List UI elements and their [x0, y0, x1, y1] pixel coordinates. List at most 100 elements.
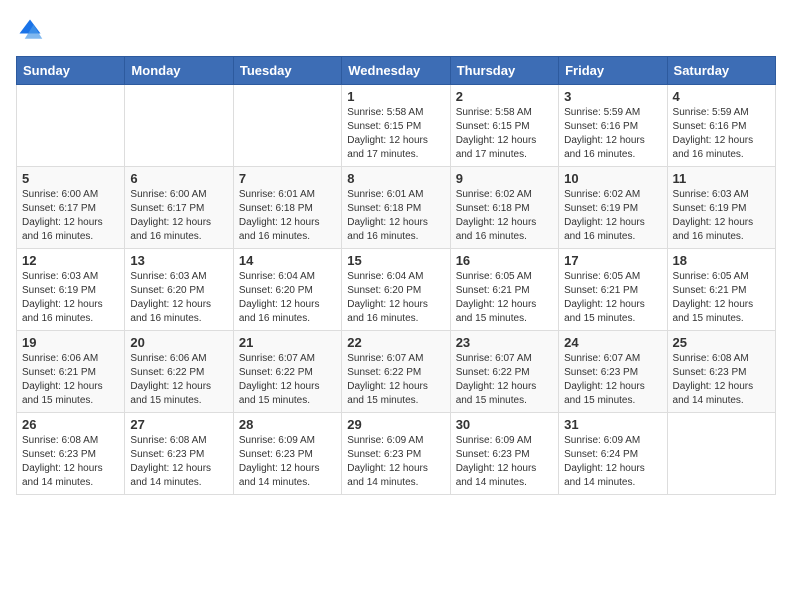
weekday-header: Thursday — [450, 57, 558, 85]
calendar-cell: 30 Sunrise: 6:09 AM Sunset: 6:23 PM Dayli… — [450, 413, 558, 495]
calendar-cell: 3 Sunrise: 5:59 AM Sunset: 6:16 PM Daylig… — [559, 85, 667, 167]
day-number: 18 — [673, 253, 770, 268]
day-info: Sunrise: 6:05 AM Sunset: 6:21 PM Dayligh… — [456, 270, 553, 326]
calendar-cell — [125, 85, 233, 167]
day-info: Sunrise: 6:03 AM Sunset: 6:20 PM Dayligh… — [130, 270, 227, 326]
calendar-cell: 4 Sunrise: 5:59 AM Sunset: 6:16 PM Daylig… — [667, 85, 775, 167]
calendar-cell: 22 Sunrise: 6:07 AM Sunset: 6:22 PM Dayli… — [342, 331, 450, 413]
day-info: Sunrise: 6:07 AM Sunset: 6:23 PM Dayligh… — [564, 352, 661, 408]
day-number: 23 — [456, 335, 553, 350]
calendar-cell: 21 Sunrise: 6:07 AM Sunset: 6:22 PM Dayli… — [233, 331, 341, 413]
logo-icon — [16, 16, 44, 44]
calendar-cell: 8 Sunrise: 6:01 AM Sunset: 6:18 PM Daylig… — [342, 167, 450, 249]
calendar-cell: 15 Sunrise: 6:04 AM Sunset: 6:20 PM Dayli… — [342, 249, 450, 331]
day-info: Sunrise: 6:09 AM Sunset: 6:24 PM Dayligh… — [564, 434, 661, 490]
day-number: 8 — [347, 171, 444, 186]
day-info: Sunrise: 6:01 AM Sunset: 6:18 PM Dayligh… — [239, 188, 336, 244]
day-number: 13 — [130, 253, 227, 268]
calendar-cell: 13 Sunrise: 6:03 AM Sunset: 6:20 PM Dayli… — [125, 249, 233, 331]
calendar-cell: 20 Sunrise: 6:06 AM Sunset: 6:22 PM Dayli… — [125, 331, 233, 413]
page-header — [16, 16, 776, 44]
weekday-header: Monday — [125, 57, 233, 85]
day-info: Sunrise: 6:08 AM Sunset: 6:23 PM Dayligh… — [130, 434, 227, 490]
day-info: Sunrise: 6:04 AM Sunset: 6:20 PM Dayligh… — [239, 270, 336, 326]
day-info: Sunrise: 5:59 AM Sunset: 6:16 PM Dayligh… — [564, 106, 661, 162]
calendar-cell: 5 Sunrise: 6:00 AM Sunset: 6:17 PM Daylig… — [17, 167, 125, 249]
day-number: 11 — [673, 171, 770, 186]
day-number: 21 — [239, 335, 336, 350]
day-info: Sunrise: 6:07 AM Sunset: 6:22 PM Dayligh… — [347, 352, 444, 408]
weekday-header: Wednesday — [342, 57, 450, 85]
day-info: Sunrise: 6:03 AM Sunset: 6:19 PM Dayligh… — [673, 188, 770, 244]
day-number: 28 — [239, 417, 336, 432]
calendar-cell: 25 Sunrise: 6:08 AM Sunset: 6:23 PM Dayli… — [667, 331, 775, 413]
calendar-cell: 9Sunrise: 6:02 AM Sunset: 6:18 PM Daylig… — [450, 167, 558, 249]
day-info: Sunrise: 6:04 AM Sunset: 6:20 PM Dayligh… — [347, 270, 444, 326]
day-number: 31 — [564, 417, 661, 432]
day-number: 20 — [130, 335, 227, 350]
day-info: Sunrise: 6:05 AM Sunset: 6:21 PM Dayligh… — [564, 270, 661, 326]
day-info: Sunrise: 6:09 AM Sunset: 6:23 PM Dayligh… — [347, 434, 444, 490]
calendar-cell: 24 Sunrise: 6:07 AM Sunset: 6:23 PM Dayli… — [559, 331, 667, 413]
day-info: Sunrise: 6:09 AM Sunset: 6:23 PM Dayligh… — [456, 434, 553, 490]
calendar-cell: 11 Sunrise: 6:03 AM Sunset: 6:19 PM Dayli… — [667, 167, 775, 249]
calendar-cell: 17 Sunrise: 6:05 AM Sunset: 6:21 PM Dayli… — [559, 249, 667, 331]
calendar-cell — [667, 413, 775, 495]
calendar-week-row: 1 Sunrise: 5:58 AM Sunset: 6:15 PM Daylig… — [17, 85, 776, 167]
day-number: 17 — [564, 253, 661, 268]
day-info: Sunrise: 6:06 AM Sunset: 6:21 PM Dayligh… — [22, 352, 119, 408]
day-number: 2 — [456, 89, 553, 104]
day-number: 1 — [347, 89, 444, 104]
day-number: 10 — [564, 171, 661, 186]
calendar-cell: 2 Sunrise: 5:58 AM Sunset: 6:15 PM Daylig… — [450, 85, 558, 167]
calendar-cell: 7Sunrise: 6:01 AM Sunset: 6:18 PM Daylig… — [233, 167, 341, 249]
calendar-cell: 28 Sunrise: 6:09 AM Sunset: 6:23 PM Dayli… — [233, 413, 341, 495]
calendar-cell: 18 Sunrise: 6:05 AM Sunset: 6:21 PM Dayli… — [667, 249, 775, 331]
day-info: Sunrise: 6:06 AM Sunset: 6:22 PM Dayligh… — [130, 352, 227, 408]
logo — [16, 16, 48, 44]
day-number: 22 — [347, 335, 444, 350]
day-info: Sunrise: 6:02 AM Sunset: 6:19 PM Dayligh… — [564, 188, 661, 244]
calendar-week-row: 12Sunrise: 6:03 AM Sunset: 6:19 PM Dayli… — [17, 249, 776, 331]
calendar-cell: 29Sunrise: 6:09 AM Sunset: 6:23 PM Dayli… — [342, 413, 450, 495]
day-info: Sunrise: 6:00 AM Sunset: 6:17 PM Dayligh… — [22, 188, 119, 244]
calendar-cell: 31 Sunrise: 6:09 AM Sunset: 6:24 PM Dayli… — [559, 413, 667, 495]
calendar-cell: 10 Sunrise: 6:02 AM Sunset: 6:19 PM Dayli… — [559, 167, 667, 249]
day-info: Sunrise: 6:07 AM Sunset: 6:22 PM Dayligh… — [456, 352, 553, 408]
calendar-cell: 12Sunrise: 6:03 AM Sunset: 6:19 PM Dayli… — [17, 249, 125, 331]
calendar-cell — [17, 85, 125, 167]
day-number: 5 — [22, 171, 119, 186]
day-number: 25 — [673, 335, 770, 350]
day-number: 4 — [673, 89, 770, 104]
day-number: 14 — [239, 253, 336, 268]
day-info: Sunrise: 6:08 AM Sunset: 6:23 PM Dayligh… — [673, 352, 770, 408]
day-number: 12 — [22, 253, 119, 268]
day-info: Sunrise: 6:07 AM Sunset: 6:22 PM Dayligh… — [239, 352, 336, 408]
weekday-header: Saturday — [667, 57, 775, 85]
calendar-cell: 14 Sunrise: 6:04 AM Sunset: 6:20 PM Dayli… — [233, 249, 341, 331]
day-number: 19 — [22, 335, 119, 350]
day-info: Sunrise: 5:58 AM Sunset: 6:15 PM Dayligh… — [456, 106, 553, 162]
day-info: Sunrise: 6:09 AM Sunset: 6:23 PM Dayligh… — [239, 434, 336, 490]
day-number: 30 — [456, 417, 553, 432]
weekday-header: Tuesday — [233, 57, 341, 85]
calendar-week-row: 19 Sunrise: 6:06 AM Sunset: 6:21 PM Dayli… — [17, 331, 776, 413]
calendar-week-row: 5 Sunrise: 6:00 AM Sunset: 6:17 PM Daylig… — [17, 167, 776, 249]
day-info: Sunrise: 6:05 AM Sunset: 6:21 PM Dayligh… — [673, 270, 770, 326]
day-number: 3 — [564, 89, 661, 104]
day-number: 27 — [130, 417, 227, 432]
day-info: Sunrise: 6:01 AM Sunset: 6:18 PM Dayligh… — [347, 188, 444, 244]
weekday-header: Friday — [559, 57, 667, 85]
day-info: Sunrise: 6:08 AM Sunset: 6:23 PM Dayligh… — [22, 434, 119, 490]
weekday-header: Sunday — [17, 57, 125, 85]
calendar-cell: 1Sunrise: 5:58 AM Sunset: 6:15 PM Daylig… — [342, 85, 450, 167]
calendar-cell: 19 Sunrise: 6:06 AM Sunset: 6:21 PM Dayli… — [17, 331, 125, 413]
day-number: 6 — [130, 171, 227, 186]
day-number: 24 — [564, 335, 661, 350]
calendar-cell: 26 Sunrise: 6:08 AM Sunset: 6:23 PM Dayli… — [17, 413, 125, 495]
day-info: Sunrise: 5:59 AM Sunset: 6:16 PM Dayligh… — [673, 106, 770, 162]
day-number: 15 — [347, 253, 444, 268]
calendar-cell: 6Sunrise: 6:00 AM Sunset: 6:17 PM Daylig… — [125, 167, 233, 249]
day-number: 26 — [22, 417, 119, 432]
calendar-cell: 27 Sunrise: 6:08 AM Sunset: 6:23 PM Dayli… — [125, 413, 233, 495]
